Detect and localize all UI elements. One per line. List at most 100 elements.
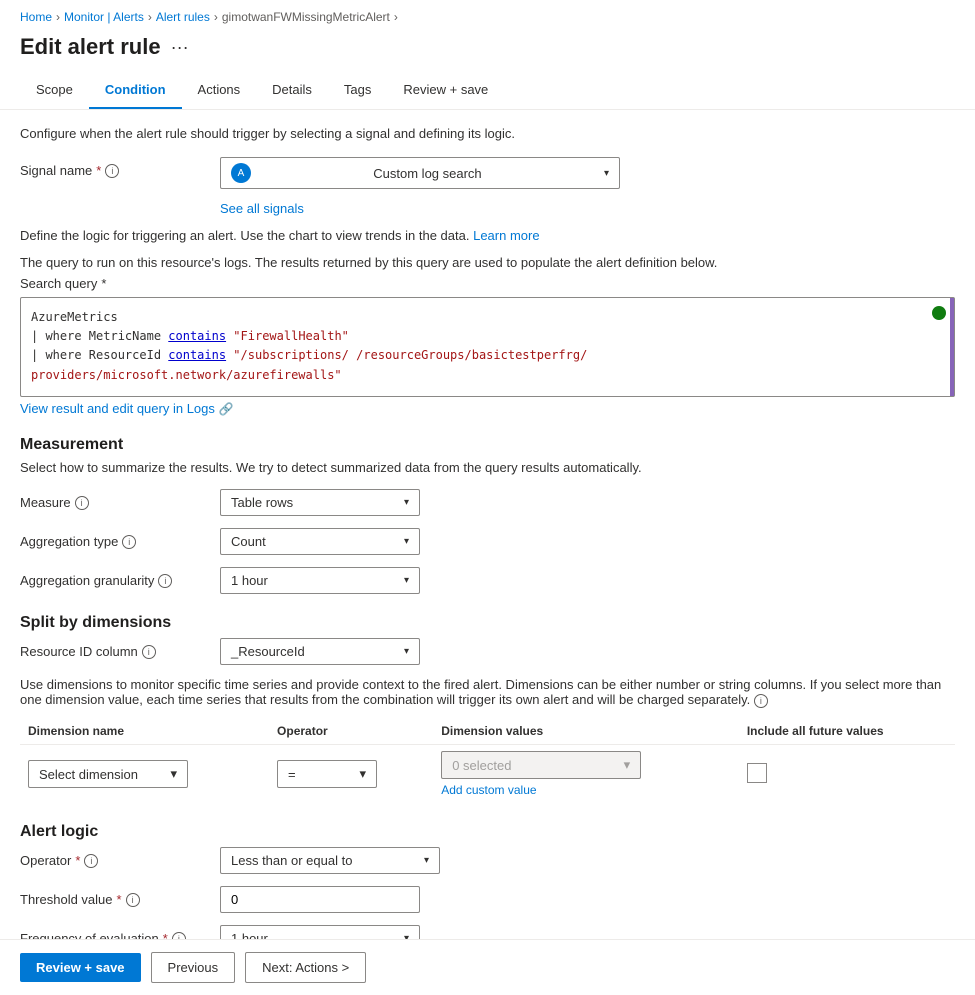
query-valid-indicator [932,306,946,320]
view-result-link[interactable]: View result and edit query in Logs 🔗 [20,401,955,416]
external-link-icon: 🔗 [219,402,234,416]
tab-details[interactable]: Details [256,72,328,109]
query-info-text: The query to run on this resource's logs… [20,255,955,270]
dim-header-operator: Operator [269,718,433,745]
dim-name-cell: Select dimension ▾ [20,745,269,804]
dimension-values-value: 0 selected [452,758,511,773]
dim-header-include-all: Include all future values [739,718,955,745]
breadcrumb-sep-3: › [214,10,218,24]
query-line-1: AzureMetrics | where MetricName contains… [31,308,944,385]
more-options-icon[interactable]: ··· [171,37,189,58]
operator-value: Less than or equal to [231,853,352,868]
review-save-button[interactable]: Review + save [20,953,141,982]
include-all-future-checkbox[interactable] [747,763,767,783]
breadcrumb-sep-4: › [394,10,398,24]
threshold-label: Threshold value * i [20,886,220,907]
tab-condition[interactable]: Condition [89,72,182,109]
learn-more-link[interactable]: Learn more [473,228,539,243]
breadcrumb-sep-1: › [56,10,60,24]
measure-info-icon[interactable]: i [75,496,89,510]
dim-header-values: Dimension values [433,718,739,745]
signal-name-select[interactable]: A Custom log search ▾ [220,157,620,189]
split-dimensions-info: Use dimensions to monitor specific time … [20,677,955,708]
dimension-operator-value: = [288,767,296,782]
breadcrumb-current: gimotwanFWMissingMetricAlert [222,10,390,24]
aggregation-granularity-value: 1 hour [231,573,268,588]
query-required: * [101,276,106,291]
resource-id-info-icon[interactable]: i [142,645,156,659]
dimension-row: Select dimension ▾ = ▾ 0 selected ▾ Add [20,745,955,804]
operator-select[interactable]: Less than or equal to ▾ [220,847,440,874]
alert-logic-section: Alert logic Operator * i Less than or eq… [20,823,955,945]
threshold-input[interactable] [220,886,420,913]
signal-chevron-icon: ▾ [604,168,609,179]
split-dimensions-title: Split by dimensions [20,614,955,632]
measure-chevron-icon: ▾ [404,497,409,508]
next-button[interactable]: Next: Actions > [245,952,366,983]
signal-name-row: Signal name * i A Custom log search ▾ [20,157,955,189]
tab-review-save[interactable]: Review + save [387,72,504,109]
resource-id-column-label: Resource ID column i [20,638,220,659]
breadcrumb-home[interactable]: Home [20,10,52,24]
query-bar [950,298,954,396]
aggregation-granularity-label: Aggregation granularity i [20,567,220,588]
operator-row: Operator * i Less than or equal to ▾ [20,847,955,874]
measure-select[interactable]: Table rows ▾ [220,489,420,516]
main-content: Configure when the alert rule should tri… [0,110,975,945]
aggregation-type-select[interactable]: Count ▾ [220,528,420,555]
signal-name-label: Signal name * i [20,157,220,178]
page-header: Edit alert rule ··· [0,30,975,72]
info-banner: Define the logic for triggering an alert… [20,228,955,243]
dimension-values-select[interactable]: 0 selected ▾ [441,751,641,779]
footer: Review + save Previous Next: Actions > [0,939,975,995]
dimension-name-value: Select dimension [39,767,138,782]
alert-logic-title: Alert logic [20,823,955,841]
aggregation-type-label: Aggregation type i [20,528,220,549]
search-query-label: Search query * [20,276,955,291]
tab-tags[interactable]: Tags [328,72,387,109]
aggregation-type-row: Aggregation type i Count ▾ [20,528,955,555]
aggregation-granularity-select[interactable]: 1 hour ▾ [220,567,420,594]
search-query-box[interactable]: AzureMetrics | where MetricName contains… [20,297,955,397]
condition-description: Configure when the alert rule should tri… [20,126,955,141]
aggregation-granularity-row: Aggregation granularity i 1 hour ▾ [20,567,955,594]
dim-name-chevron-icon: ▾ [170,766,177,782]
aggregation-granularity-chevron-icon: ▾ [404,575,409,586]
aggregation-granularity-info-icon[interactable]: i [158,574,172,588]
resource-id-value: _ResourceId [231,644,305,659]
dim-val-chevron-icon: ▾ [624,757,631,773]
resource-id-select[interactable]: _ResourceId ▾ [220,638,420,665]
aggregation-type-info-icon[interactable]: i [122,535,136,549]
measurement-title: Measurement [20,436,955,454]
signal-required: * [96,163,101,178]
measure-label: Measure i [20,489,220,510]
aggregation-type-value: Count [231,534,266,549]
add-custom-value-link[interactable]: Add custom value [441,783,731,797]
operator-info-icon[interactable]: i [84,854,98,868]
dim-operator-cell: = ▾ [269,745,433,804]
see-all-signals-link[interactable]: See all signals [220,201,955,216]
previous-button[interactable]: Previous [151,952,236,983]
split-dimensions-info-icon[interactable]: i [754,694,768,708]
tab-scope[interactable]: Scope [20,72,89,109]
dim-values-cell: 0 selected ▾ Add custom value [433,745,739,804]
measure-row: Measure i Table rows ▾ [20,489,955,516]
threshold-row: Threshold value * i [20,886,955,913]
signal-name-select-wrapper: A Custom log search ▾ [220,157,620,189]
tab-actions[interactable]: Actions [182,72,257,109]
dimension-name-select[interactable]: Select dimension ▾ [28,760,188,788]
dim-header-name: Dimension name [20,718,269,745]
dimensions-table: Dimension name Operator Dimension values… [20,718,955,803]
signal-info-icon[interactable]: i [105,164,119,178]
resource-id-chevron-icon: ▾ [404,646,409,657]
dim-include-all-cell [739,745,955,804]
page-title: Edit alert rule [20,34,161,60]
dimension-operator-select[interactable]: = ▾ [277,760,377,788]
measure-value: Table rows [231,495,293,510]
operator-label: Operator * i [20,847,220,868]
breadcrumb-monitor[interactable]: Monitor | Alerts [64,10,144,24]
breadcrumb-sep-2: › [148,10,152,24]
breadcrumb-alert-rules[interactable]: Alert rules [156,10,210,24]
threshold-info-icon[interactable]: i [126,893,140,907]
tab-bar: Scope Condition Actions Details Tags Rev… [0,72,975,110]
